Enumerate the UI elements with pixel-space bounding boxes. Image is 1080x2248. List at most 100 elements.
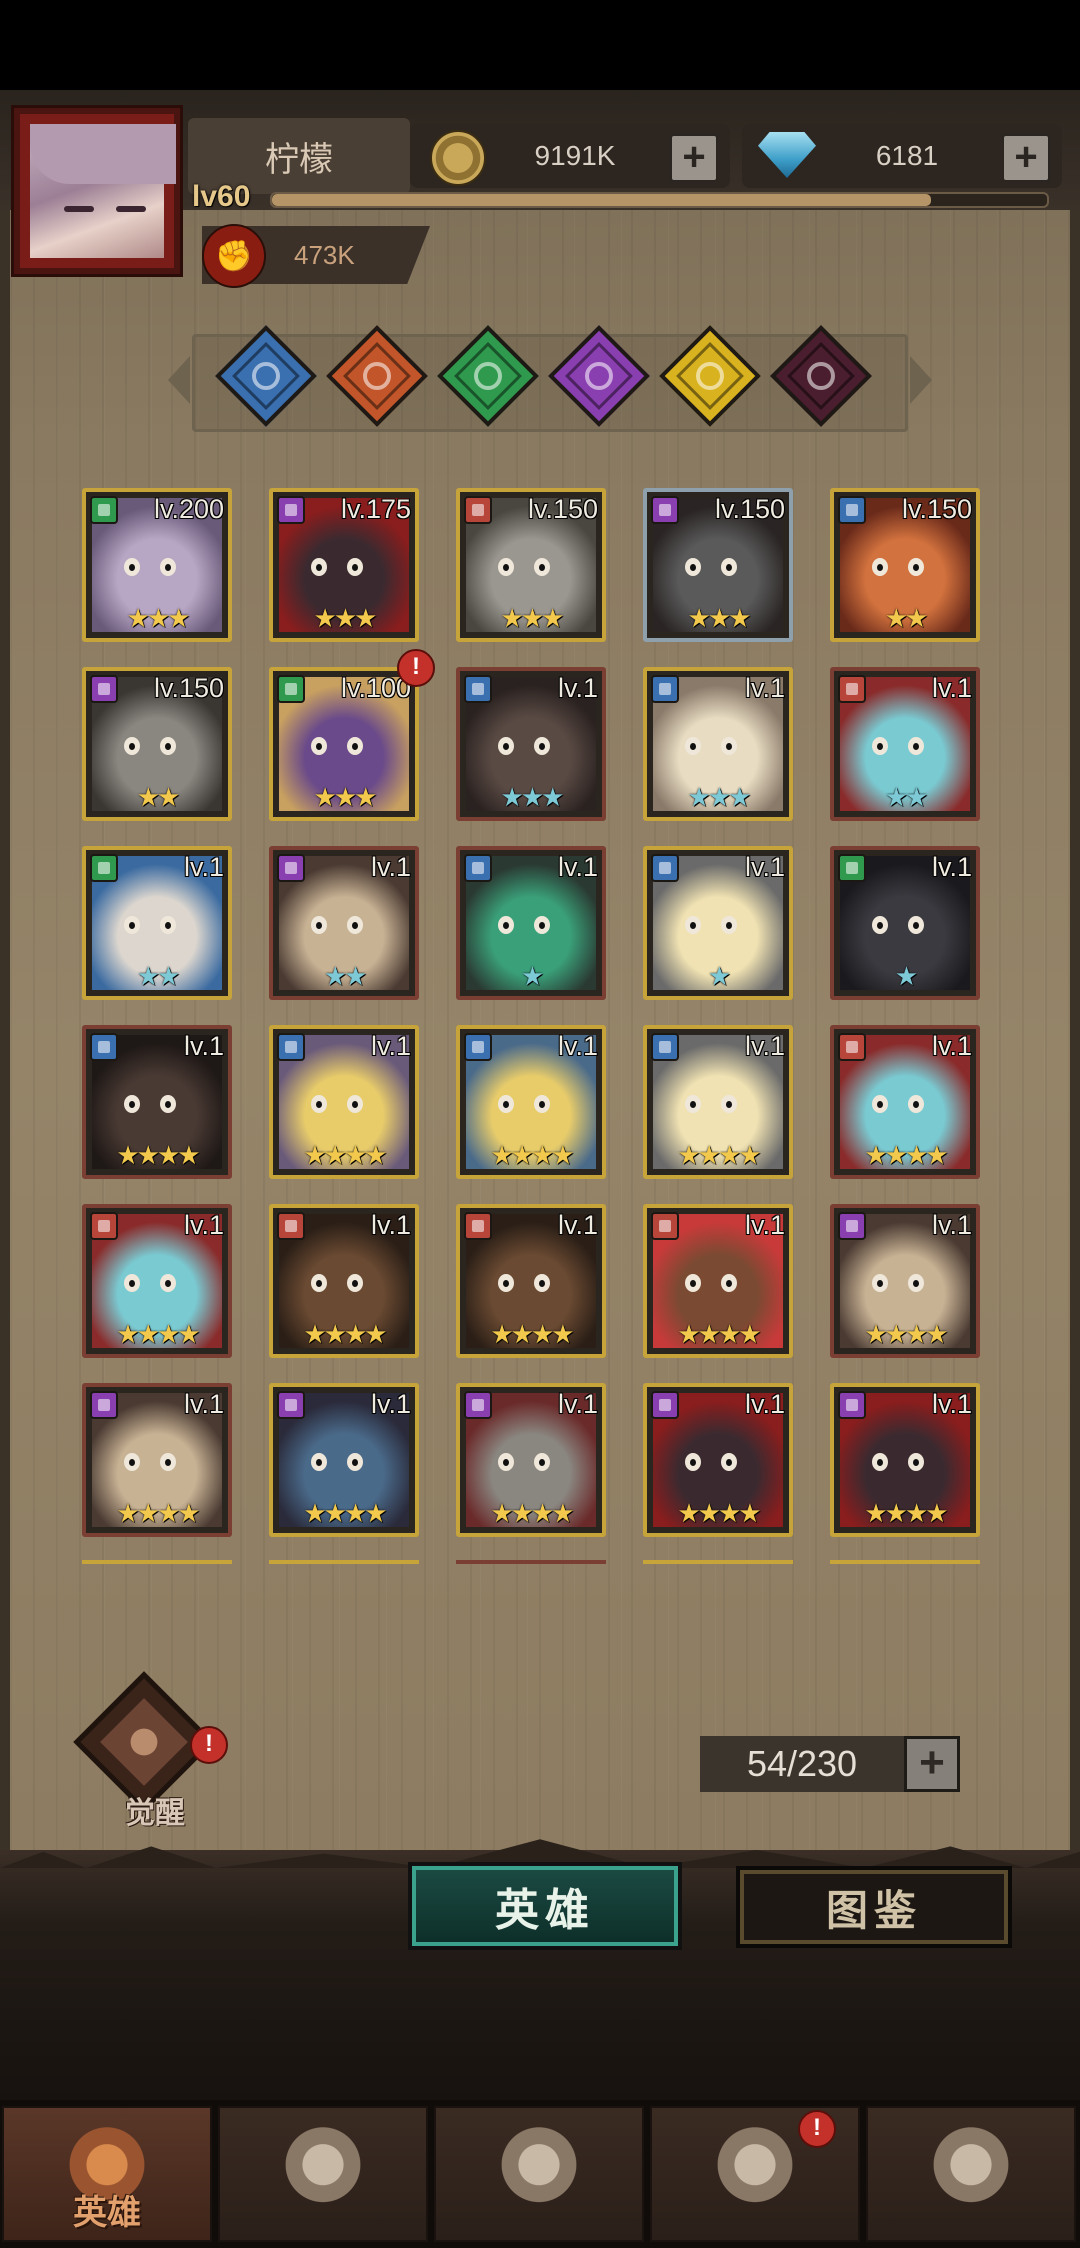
- hero-eye: [872, 737, 888, 755]
- hero-stars: ★★★★: [490, 1140, 574, 1170]
- filter-right-arrow-icon: [910, 356, 932, 404]
- hero-card[interactable]: lv.1 ★★★★: [643, 1025, 793, 1179]
- hero-card[interactable]: lv.1 ★★: [269, 846, 419, 1000]
- hero-eye: [347, 558, 363, 576]
- hero-stars: ★: [520, 961, 544, 991]
- hero-stars: ★★★★: [864, 1498, 948, 1528]
- hero-card[interactable]: lv.1 ★★★: [456, 667, 606, 821]
- tab-codex[interactable]: 图鉴: [740, 1870, 1008, 1944]
- hero-level: lv.150: [153, 673, 224, 703]
- dark-rune-icon: [807, 362, 835, 390]
- hero-eye: [311, 558, 327, 576]
- hero-card[interactable]: lv.150 ★★: [830, 488, 980, 642]
- awaken-emblem-icon: [100, 1698, 188, 1786]
- fist-icon: ✊: [202, 224, 266, 288]
- hero-card[interactable]: lv.1 ★★★: [643, 667, 793, 821]
- hero-card[interactable]: lv.1 ★★★★: [269, 1383, 419, 1537]
- hero-class-badge-icon: [651, 854, 679, 882]
- hero-level: lv.1: [744, 1389, 785, 1419]
- hero-card[interactable]: lv.1 ★★★★: [456, 1025, 606, 1179]
- hero-pupil: [913, 922, 919, 929]
- hero-card[interactable]: lv.1 ★★★★: [82, 1025, 232, 1179]
- hero-level: lv.1: [557, 1389, 598, 1419]
- hero-card[interactable]: lv.1 ★★★★: [82, 1383, 232, 1537]
- hero-eye: [534, 916, 550, 934]
- hero-pupil: [503, 1101, 509, 1108]
- hero-card[interactable]: lv.1 ★★★★: [269, 1025, 419, 1179]
- nav-crossed-swords[interactable]: [434, 2106, 644, 2242]
- hero-card[interactable]: lv.150 ★★: [82, 667, 232, 821]
- hero-card[interactable]: lv.1 ★★★★: [643, 1383, 793, 1537]
- hero-stars: ★★★★: [303, 1319, 387, 1349]
- hero-stars: ★★★★: [490, 1498, 574, 1528]
- add-gold-button[interactable]: +: [670, 134, 718, 182]
- hero-card[interactable]: lv.150 ★★★: [643, 488, 793, 642]
- hero-eye: [908, 558, 924, 576]
- hero-eye: [160, 916, 176, 934]
- hero-card[interactable]: lv.150 ★★★: [456, 488, 606, 642]
- exp-bar: [270, 192, 1049, 208]
- hero-card[interactable]: lv.1 ★: [643, 846, 793, 1000]
- hero-card[interactable]: lv.1 ★★★★: [830, 1204, 980, 1358]
- hero-pupil: [129, 1280, 135, 1287]
- hero-eye: [311, 1095, 327, 1113]
- hero-class-badge-icon: [651, 1212, 679, 1240]
- hero-eye: [534, 1095, 550, 1113]
- expand-hero-slots-button[interactable]: +: [904, 1736, 960, 1792]
- hero-eye: [721, 1095, 737, 1113]
- hero-card[interactable]: lv.1 ★★: [830, 667, 980, 821]
- hero-level: lv.175: [340, 494, 411, 524]
- add-diamond-button[interactable]: +: [1002, 134, 1050, 182]
- battle-flag-icon: [275, 2126, 371, 2212]
- hero-card[interactable]: lv.1 ★: [830, 846, 980, 1000]
- hero-pupil: [503, 1459, 509, 1466]
- hero-pupil: [539, 743, 545, 750]
- hero-card[interactable]: lv.1 ★★★★: [82, 1204, 232, 1358]
- hero-pupil: [352, 564, 358, 571]
- hero-card[interactable]: lv.1 ★★★★: [830, 1025, 980, 1179]
- hero-pupil: [913, 1459, 919, 1466]
- player-level: lv60: [192, 180, 251, 213]
- hero-eye: [124, 1095, 140, 1113]
- hero-pupil: [316, 922, 322, 929]
- hero-pupil: [129, 743, 135, 750]
- hero-card[interactable]: lv.1 ★★★★: [456, 1204, 606, 1358]
- hero-pupil: [877, 743, 883, 750]
- hero-eye: [685, 1095, 701, 1113]
- hero-eye: [160, 737, 176, 755]
- hero-card[interactable]: lv.175 ★★★: [269, 488, 419, 642]
- hero-class-badge-icon: [277, 1391, 305, 1419]
- hero-card[interactable]: lv.1 ★★★★: [830, 1383, 980, 1537]
- hero-level: lv.1: [744, 1031, 785, 1061]
- nav-battle-flag[interactable]: [218, 2106, 428, 2242]
- hero-card[interactable]: lv.100 ★★★: [269, 667, 419, 821]
- nav-guild-handshake[interactable]: [866, 2106, 1076, 2242]
- hero-pupil: [539, 564, 545, 571]
- hero-class-badge-icon: [90, 675, 118, 703]
- hero-eye: [347, 1274, 363, 1292]
- hero-eye: [908, 737, 924, 755]
- hero-stars: ★★★: [687, 782, 752, 812]
- hero-card[interactable]: lv.200 ★★★: [82, 488, 232, 642]
- hero-pupil: [690, 922, 696, 929]
- nav-helmet[interactable]: 英雄: [2, 2106, 212, 2242]
- hero-card[interactable]: lv.1 ★★★★: [269, 1204, 419, 1358]
- hero-level: lv.150: [714, 494, 785, 524]
- hero-card[interactable]: lv.1 ★: [456, 846, 606, 1000]
- hero-card[interactable]: lv.1 ★★★★: [643, 1204, 793, 1358]
- tab-heroes[interactable]: 英雄: [412, 1866, 678, 1946]
- hero-card[interactable]: lv.1 ★★★★: [456, 1383, 606, 1537]
- awaken-alert-badge: !: [190, 1726, 228, 1764]
- hero-eye: [685, 1453, 701, 1471]
- hero-class-badge-icon: [90, 1033, 118, 1061]
- hero-eye: [498, 1274, 514, 1292]
- hero-pupil: [913, 1280, 919, 1287]
- hero-pupil: [503, 743, 509, 750]
- hero-stars: ★★★★: [490, 1319, 574, 1349]
- hero-eye: [347, 916, 363, 934]
- hero-class-badge-icon: [464, 1212, 492, 1240]
- player-avatar[interactable]: [14, 108, 180, 274]
- hero-card-partial: [269, 1560, 419, 1570]
- hero-card[interactable]: lv.1 ★★: [82, 846, 232, 1000]
- hero-pupil: [316, 1280, 322, 1287]
